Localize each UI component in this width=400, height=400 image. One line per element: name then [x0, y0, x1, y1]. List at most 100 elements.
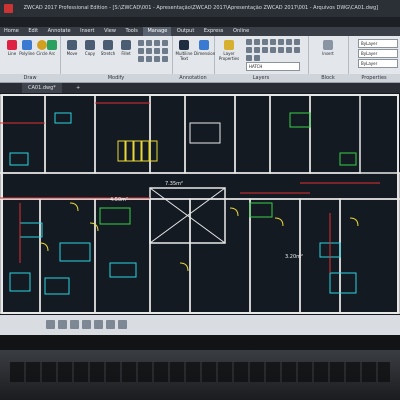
tab-online[interactable]: Online	[229, 27, 253, 36]
fillet-button[interactable]: Fillet	[116, 40, 136, 56]
door-swing	[179, 262, 189, 272]
color-dropdown[interactable]: ByLayer	[358, 39, 398, 48]
ortho-icon[interactable]	[70, 320, 79, 329]
stretch-button[interactable]: Stretch	[98, 40, 118, 56]
move-label: Move	[66, 51, 78, 56]
ribbon: Line Polyline Circle Arc Draw Move Copy …	[0, 36, 400, 83]
drawing-canvas[interactable]: 7.35m² 4.50m² 3.20m²	[0, 93, 400, 315]
linetype-dropdown[interactable]: ByLayer	[358, 49, 398, 58]
text-icon	[179, 40, 189, 50]
new-tab-button[interactable]: +	[70, 83, 86, 93]
ribbon-tabs: Home Edit Annotate Insert View Tools Man…	[0, 27, 400, 36]
furniture	[249, 202, 273, 218]
polar-icon[interactable]	[82, 320, 91, 329]
draw-group-label: Draw	[0, 74, 60, 82]
room-wall	[39, 198, 96, 314]
annotation-group: Multiline Text Dimension Annotation	[172, 36, 215, 82]
room-wall	[44, 94, 96, 174]
room-wall	[184, 94, 236, 174]
corridor-wall	[0, 172, 400, 200]
outer-wall	[1, 94, 399, 314]
dimension-button[interactable]: Dimension	[194, 40, 216, 56]
arc-label: Arc	[48, 51, 56, 56]
stretch-icon	[103, 40, 113, 50]
title-bar: ZWCAD 2017 Professional Edition - [S:\ZW…	[0, 0, 400, 17]
arc-icon	[47, 40, 57, 50]
floor-plan-drawing: 7.35m² 4.50m² 3.20m²	[0, 94, 400, 314]
tab-annotate[interactable]: Annotate	[44, 27, 75, 36]
app-logo-icon[interactable]	[4, 4, 13, 13]
room-wall	[149, 198, 191, 314]
multiline-text-button[interactable]: Multiline Text	[174, 40, 194, 61]
copy-icon	[85, 40, 95, 50]
layers-group-label: Layers	[214, 74, 308, 82]
furniture	[9, 272, 31, 292]
room-wall	[94, 198, 151, 314]
dimension-label: Dimension	[194, 51, 216, 56]
layer-dropdown[interactable]: HATCH	[246, 62, 300, 71]
door-swing	[69, 202, 79, 212]
tab-edit[interactable]: Edit	[24, 27, 42, 36]
stair-tread	[133, 140, 142, 162]
room-wall	[189, 198, 251, 314]
otrack-icon[interactable]	[106, 320, 115, 329]
line-icon	[7, 40, 17, 50]
room-wall	[309, 94, 361, 174]
tab-insert[interactable]: Insert	[76, 27, 98, 36]
door-swing	[39, 242, 49, 252]
grid-icon[interactable]	[58, 320, 67, 329]
stair-tread	[117, 140, 126, 162]
move-icon	[67, 40, 77, 50]
door-swing	[89, 222, 99, 232]
modify-group-label: Modify	[60, 74, 172, 82]
snap-icon[interactable]	[46, 320, 55, 329]
furniture	[44, 277, 70, 295]
furniture	[289, 112, 311, 128]
tab-output[interactable]: Output	[173, 27, 198, 36]
room-wall	[269, 94, 311, 174]
lineweight-dropdown[interactable]: ByLayer	[358, 59, 398, 68]
door-swing	[349, 217, 359, 227]
tab-ca01-dwg[interactable]: CA01.dwg*	[22, 83, 62, 93]
fillet-label: Fillet	[121, 51, 131, 56]
tab-view[interactable]: View	[100, 27, 120, 36]
lineweight-icon[interactable]	[118, 320, 127, 329]
layer-tools-icons[interactable]	[246, 39, 306, 61]
multiline-text-label: Multiline Text	[175, 51, 193, 61]
keyboard	[10, 362, 390, 382]
furniture	[339, 152, 357, 166]
line-label: Line	[7, 51, 17, 56]
tab-express[interactable]: Express	[200, 27, 228, 36]
modify-tools-icons[interactable]	[138, 40, 170, 62]
copy-label: Copy	[84, 51, 96, 56]
status-bar	[0, 315, 400, 335]
move-button[interactable]: Move	[62, 40, 82, 56]
stretch-label: Stretch	[100, 51, 116, 56]
door-swing	[229, 207, 239, 217]
tab-tools[interactable]: Tools	[122, 27, 142, 36]
window-title: ZWCAD 2017 Professional Edition - [S:\ZW…	[23, 5, 379, 11]
furniture	[329, 272, 357, 294]
polyline-icon	[22, 40, 32, 50]
layer-properties-label: Layer Properties	[218, 51, 240, 61]
layer-properties-button[interactable]: Layer Properties	[216, 40, 242, 61]
room-wall	[234, 94, 271, 174]
block-group-label: Block	[308, 74, 348, 82]
annotation-group-label: Annotation	[172, 74, 214, 82]
arc-button[interactable]: Arc	[45, 40, 59, 56]
furniture	[109, 262, 137, 278]
tab-manage[interactable]: Manage	[143, 27, 172, 36]
laptop-bezel	[0, 335, 400, 350]
draw-group: Line Polyline Circle Arc Draw	[0, 36, 61, 82]
copy-button[interactable]: Copy	[80, 40, 100, 56]
document-tabs: CA01.dwg* +	[0, 83, 400, 93]
block-group: Insert Block	[308, 36, 349, 82]
stair-tread	[125, 140, 134, 162]
room-wall	[339, 198, 400, 314]
stair-tread	[149, 140, 158, 162]
modify-group: Move Copy Stretch Fillet Modify	[60, 36, 173, 82]
fillet-icon	[121, 40, 131, 50]
tab-home[interactable]: Home	[0, 27, 23, 36]
insert-block-button[interactable]: Insert	[316, 40, 340, 56]
osnap-icon[interactable]	[94, 320, 103, 329]
